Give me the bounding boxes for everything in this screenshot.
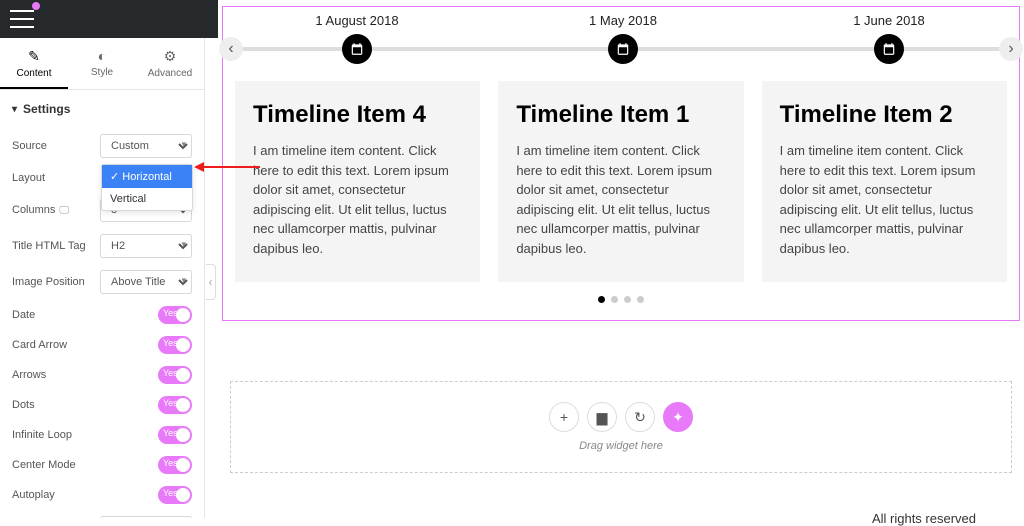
- loop-toggle[interactable]: Yes: [158, 426, 192, 444]
- autoplay-toggle[interactable]: Yes: [158, 486, 192, 504]
- folder-icon[interactable]: ▆: [587, 402, 617, 432]
- gear-icon: ⚙: [136, 48, 204, 65]
- menu-icon[interactable]: [10, 10, 34, 28]
- tab-style[interactable]: ◐Style: [68, 38, 136, 89]
- contrast-icon: ◐: [68, 48, 136, 64]
- footer-text: All rights reserved: [218, 473, 1024, 526]
- panel-collapse-handle[interactable]: [206, 264, 216, 300]
- layout-option-vertical[interactable]: Vertical: [102, 188, 192, 210]
- timeline-axis: ‹ › 1 August 2018 1 May 2018 1 June 2018: [223, 13, 1019, 69]
- tab-advanced[interactable]: ⚙Advanced: [136, 38, 204, 89]
- timeline-card[interactable]: Timeline Item 2I am timeline item conten…: [762, 81, 1007, 282]
- dropzone-label: Drag widget here: [579, 440, 663, 452]
- control-layout: Layout Horizontal Vertical: [0, 164, 204, 192]
- add-section-button[interactable]: +: [549, 402, 579, 432]
- pencil-icon: ✎: [0, 48, 68, 65]
- widget-dropzone[interactable]: + ▆ ↻ ✦ Drag widget here: [230, 381, 1012, 473]
- responsive-icon[interactable]: [59, 204, 69, 216]
- timeline-stop: 1 May 2018: [493, 13, 753, 64]
- center-toggle[interactable]: Yes: [158, 456, 192, 474]
- editor-tabs: ✎Content ◐Style ⚙Advanced: [0, 38, 204, 90]
- section-settings[interactable]: Settings: [0, 90, 204, 128]
- calendar-icon: [874, 34, 904, 64]
- timeline-stop: 1 June 2018: [759, 13, 1019, 64]
- control-source: Source Custom: [0, 128, 204, 164]
- layout-option-horizontal[interactable]: Horizontal: [102, 165, 192, 188]
- card-arrow-toggle[interactable]: Yes: [158, 336, 192, 354]
- timeline-widget[interactable]: ‹ › 1 August 2018 1 May 2018 1 June 2018…: [222, 6, 1020, 321]
- control-title-tag: Title HTML Tag H2: [0, 228, 204, 264]
- source-select[interactable]: Custom: [100, 134, 192, 158]
- dots-toggle[interactable]: Yes: [158, 396, 192, 414]
- timeline-stop: 1 August 2018: [227, 13, 487, 64]
- preview-canvas: ‹ › 1 August 2018 1 May 2018 1 June 2018…: [218, 0, 1024, 518]
- ai-icon[interactable]: ✦: [663, 402, 693, 432]
- arrows-toggle[interactable]: Yes: [158, 366, 192, 384]
- layout-dropdown: Horizontal Vertical: [101, 164, 193, 211]
- date-toggle[interactable]: Yes: [158, 306, 192, 324]
- calendar-icon: [608, 34, 638, 64]
- image-pos-select[interactable]: Above Title: [100, 270, 192, 294]
- title-tag-select[interactable]: H2: [100, 234, 192, 258]
- tab-content[interactable]: ✎Content: [0, 38, 68, 89]
- control-image-pos: Image Position Above Title: [0, 264, 204, 300]
- timeline-card[interactable]: Timeline Item 4I am timeline item conten…: [235, 81, 480, 282]
- pagination-dots[interactable]: [223, 292, 1019, 306]
- history-icon[interactable]: ↻: [625, 402, 655, 432]
- calendar-icon: [342, 34, 372, 64]
- editor-sidebar: ✎Content ◐Style ⚙Advanced Settings Sourc…: [0, 38, 205, 518]
- timeline-cards: Timeline Item 4I am timeline item conten…: [223, 69, 1019, 282]
- timeline-card[interactable]: Timeline Item 1I am timeline item conten…: [498, 81, 743, 282]
